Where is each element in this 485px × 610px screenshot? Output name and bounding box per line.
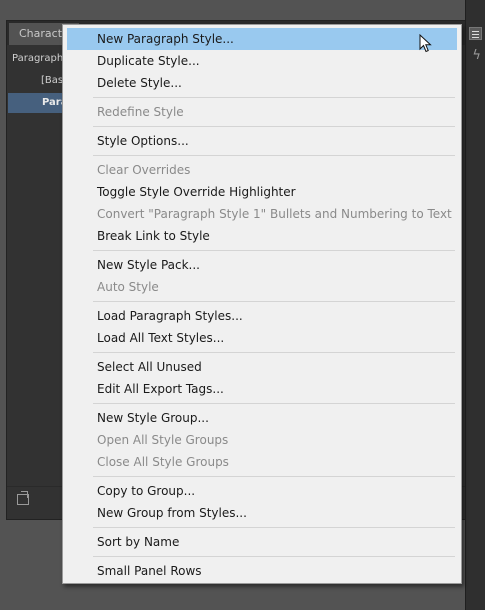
menu-item-sort-by-name[interactable]: Sort by Name xyxy=(67,531,457,553)
menu-item-edit-all-export-tags[interactable]: Edit All Export Tags... xyxy=(67,378,457,400)
panel-menu-icon[interactable] xyxy=(469,27,482,40)
menu-item-small-panel-rows[interactable]: Small Panel Rows xyxy=(67,560,457,582)
mouse-cursor-icon xyxy=(419,34,432,53)
menu-item-convert-paragraph-style-1-bullets-and-numbering-to-text: Convert "Paragraph Style 1" Bullets and … xyxy=(97,207,452,221)
new-style-icon[interactable] xyxy=(17,491,29,505)
menu-separator xyxy=(93,352,455,353)
quick-apply-icon[interactable]: ϟ xyxy=(472,48,481,63)
menu-item-duplicate-style[interactable]: Duplicate Style... xyxy=(67,50,457,72)
menu-separator xyxy=(93,476,455,477)
menu-item-delete-style[interactable]: Delete Style... xyxy=(67,72,457,94)
menu-item-style-options[interactable]: Style Options... xyxy=(67,130,457,152)
menu-separator xyxy=(93,155,455,156)
menu-separator xyxy=(93,403,455,404)
menu-item-open-all-style-groups: Open All Style Groups xyxy=(97,433,229,447)
menu-item-auto-style: Auto Style xyxy=(97,280,159,294)
menu-item-clear-overrides: Clear Overrides xyxy=(97,163,191,177)
menu-item-new-style-group[interactable]: New Style Group... xyxy=(67,407,457,429)
menu-item-toggle-style-override-highlighter[interactable]: Toggle Style Override Highlighter xyxy=(67,181,457,203)
menu-item-select-all-unused[interactable]: Select All Unused xyxy=(67,356,457,378)
menu-item-break-link-to-style[interactable]: Break Link to Style xyxy=(67,225,457,247)
menu-separator xyxy=(93,301,455,302)
menu-separator xyxy=(93,556,455,557)
menu-item-redefine-style: Redefine Style xyxy=(97,105,184,119)
menu-item-load-paragraph-styles[interactable]: Load Paragraph Styles... xyxy=(67,305,457,327)
style-row-basic[interactable]: [Bas xyxy=(41,71,63,91)
menu-item-new-group-from-styles[interactable]: New Group from Styles... xyxy=(67,502,457,524)
menu-item-new-paragraph-style[interactable]: New Paragraph Style... xyxy=(67,28,457,50)
panel-header-label: Paragraph xyxy=(12,53,64,64)
menu-item-close-all-style-groups: Close All Style Groups xyxy=(97,455,229,469)
menu-item-new-style-pack[interactable]: New Style Pack... xyxy=(67,254,457,276)
menu-separator xyxy=(93,250,455,251)
menu-item-load-all-text-styles[interactable]: Load All Text Styles... xyxy=(67,327,457,349)
right-panel-strip: ϟ xyxy=(465,0,485,610)
menu-item-copy-to-group[interactable]: Copy to Group... xyxy=(67,480,457,502)
menu-separator xyxy=(93,527,455,528)
menu-separator xyxy=(93,97,455,98)
panel-context-menu: New Paragraph Style... Duplicate Style...… xyxy=(62,24,462,584)
menu-separator xyxy=(93,126,455,127)
